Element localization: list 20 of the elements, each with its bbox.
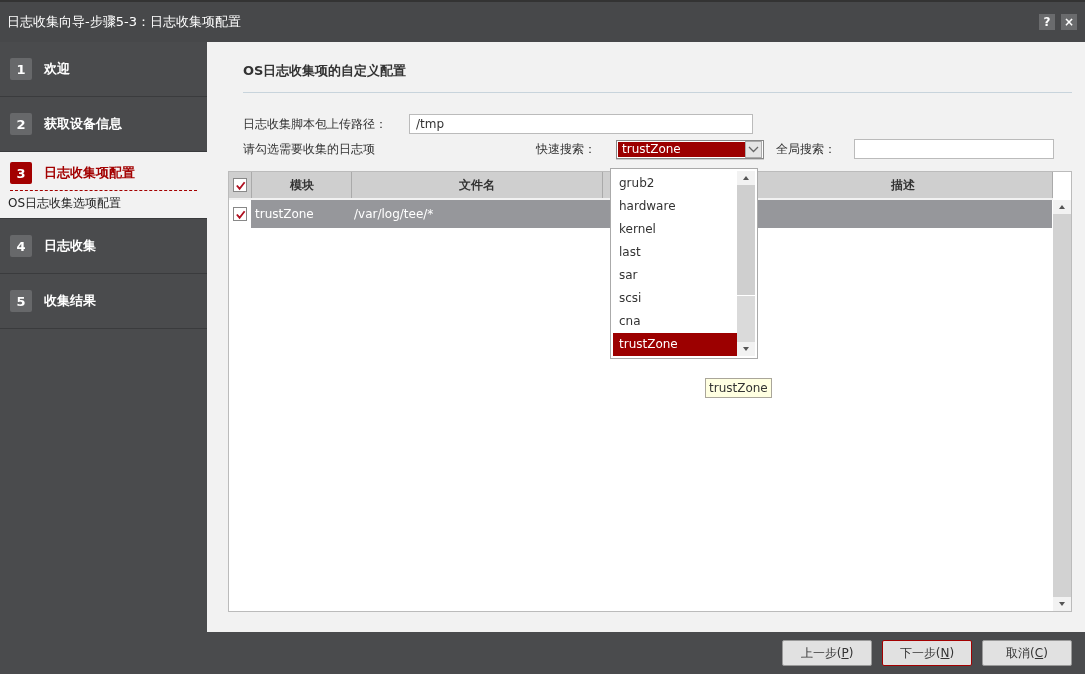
step-number: 5 [10,290,32,312]
sub-step-label: OS日志收集选项配置 [8,195,123,212]
step-label: 日志收集 [44,237,96,255]
step-number: 1 [10,58,32,80]
section-heading: OS日志收集项的自定义配置 [242,62,408,80]
step-number: 4 [10,235,32,257]
window-title: 日志收集向导-步骤5-3：日志收集项配置 [7,13,241,31]
step-label: 日志收集项配置 [44,164,135,182]
step-number: 3 [10,162,32,184]
step-label: 获取设备信息 [44,115,122,133]
step-label: 收集结果 [44,292,96,310]
instruction-text: 请勾选需要收集的日志项 [243,140,376,158]
tooltip: trustZone [705,378,772,398]
step-label: 欢迎 [44,60,70,78]
table-cell-text: trustZone [254,206,315,223]
field-label: 快速搜索： [536,140,596,158]
field-label: 全局搜索： [776,140,836,158]
table-cell-text: /var/log/tee/* [354,206,435,223]
step-number: 2 [10,113,32,135]
field-label: 日志收集脚本包上传路径： [243,115,387,133]
